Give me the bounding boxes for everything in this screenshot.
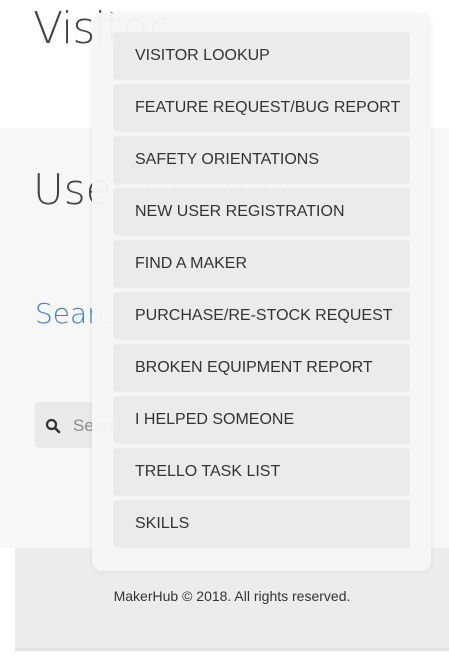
menu-item-feature-request[interactable]: FEATURE REQUEST/BUG REPORT: [113, 84, 410, 132]
menu-item-find-a-maker[interactable]: FIND A MAKER: [113, 240, 410, 288]
menu-item-i-helped-someone[interactable]: I HELPED SOMEONE: [113, 396, 410, 444]
menu-item-purchase-request[interactable]: PURCHASE/RE-STOCK REQUEST: [113, 292, 410, 340]
footer-copyright: MakerHub © 2018. All rights reserved.: [113, 588, 351, 604]
menu-item-broken-equipment[interactable]: BROKEN EQUIPMENT REPORT: [113, 344, 410, 392]
menu-item-safety-orientations[interactable]: SAFETY ORIENTATIONS: [113, 136, 410, 184]
menu-item-new-user-registration[interactable]: NEW USER REGISTRATION: [113, 188, 410, 236]
menu-item-skills[interactable]: SKILLS: [113, 500, 410, 548]
menu-item-trello-task-list[interactable]: TRELLO TASK LIST: [113, 448, 410, 496]
search-icon: [45, 418, 61, 434]
menu-item-visitor-lookup[interactable]: VISITOR LOOKUP: [113, 32, 410, 80]
